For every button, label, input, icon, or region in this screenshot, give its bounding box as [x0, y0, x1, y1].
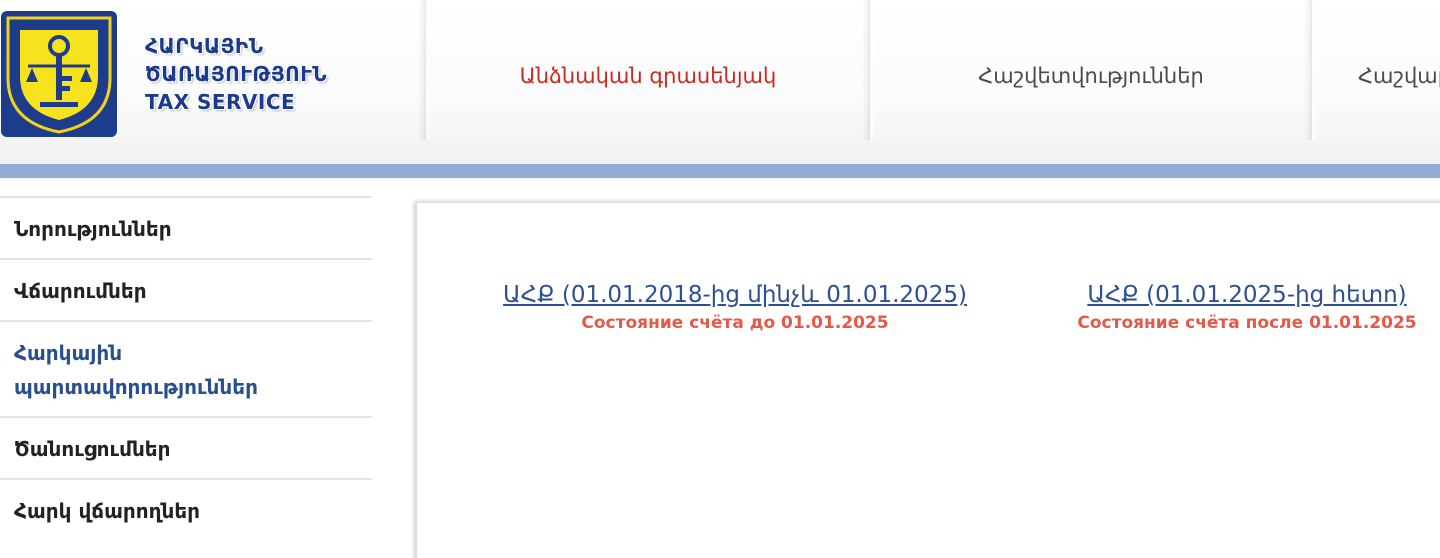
- nav-separator: [1304, 0, 1318, 140]
- nav-calculations[interactable]: Հաշվար: [1358, 58, 1440, 94]
- brand-line-2: ԾԱՌԱՅՈՒԹՅՈՒՆ: [145, 62, 328, 86]
- sidebar-menu: Նորություններ Վճարումներ Հարկային պարտավ…: [0, 196, 372, 540]
- brand-line-3: TAX SERVICE: [145, 90, 296, 114]
- vat-before-block: ԱՀՔ (01.01.2018-ից մինչև 01.01.2025) Сос…: [467, 278, 1003, 334]
- vat-after-subtitle: Состояние счёта после 01.01.2025: [1077, 313, 1417, 333]
- brand-line-1: ՀԱՐԿԱՅԻՆ: [145, 34, 264, 58]
- nav-separator: [418, 0, 432, 140]
- vat-after-link[interactable]: ԱՀՔ (01.01.2025-ից հետո): [1047, 278, 1440, 312]
- sidebar-item-label: Հարկային: [14, 341, 123, 365]
- main-content: ԱՀՔ (01.01.2018-ից մինչև 01.01.2025) Сос…: [416, 202, 1440, 558]
- sidebar-item-news[interactable]: Նորություններ: [0, 196, 372, 258]
- logo[interactable]: ՀԱՐԿԱՅԻՆ ԾԱՌԱՅՈՒԹՅՈՒՆ TAX SERVICE: [0, 0, 420, 164]
- tax-service-emblem-icon: [1, 11, 117, 137]
- header-divider-bar: [0, 164, 1440, 178]
- nav-personal-office[interactable]: Անձնական գրասենյակ: [432, 58, 864, 94]
- vat-after-block: ԱՀՔ (01.01.2025-ից հետո) Состояние счёта…: [1047, 278, 1440, 334]
- sidebar-item-taxpayers[interactable]: Հարկ վճարողներ: [0, 478, 372, 540]
- sidebar-item-payments[interactable]: Վճարումներ: [0, 258, 372, 320]
- vat-before-link[interactable]: ԱՀՔ (01.01.2018-ից մինչև 01.01.2025): [467, 278, 1003, 312]
- site-header: ՀԱՐԿԱՅԻՆ ԾԱՌԱՅՈՒԹՅՈՒՆ TAX SERVICE Անձնակ…: [0, 0, 1440, 164]
- nav-reports[interactable]: Հաշվետվություններ: [876, 58, 1306, 94]
- brand-name: ՀԱՐԿԱՅԻՆ ԾԱՌԱՅՈՒԹՅՈՒՆ TAX SERVICE: [145, 32, 415, 116]
- nav-separator: [862, 0, 876, 140]
- sidebar-item-label: պարտավորություններ: [14, 375, 258, 399]
- sidebar-item-tax-liabilities[interactable]: Հարկային պարտավորություններ: [0, 320, 372, 416]
- sidebar-item-notifications[interactable]: Ծանուցումներ: [0, 416, 372, 478]
- vat-before-subtitle: Состояние счёта до 01.01.2025: [581, 313, 889, 333]
